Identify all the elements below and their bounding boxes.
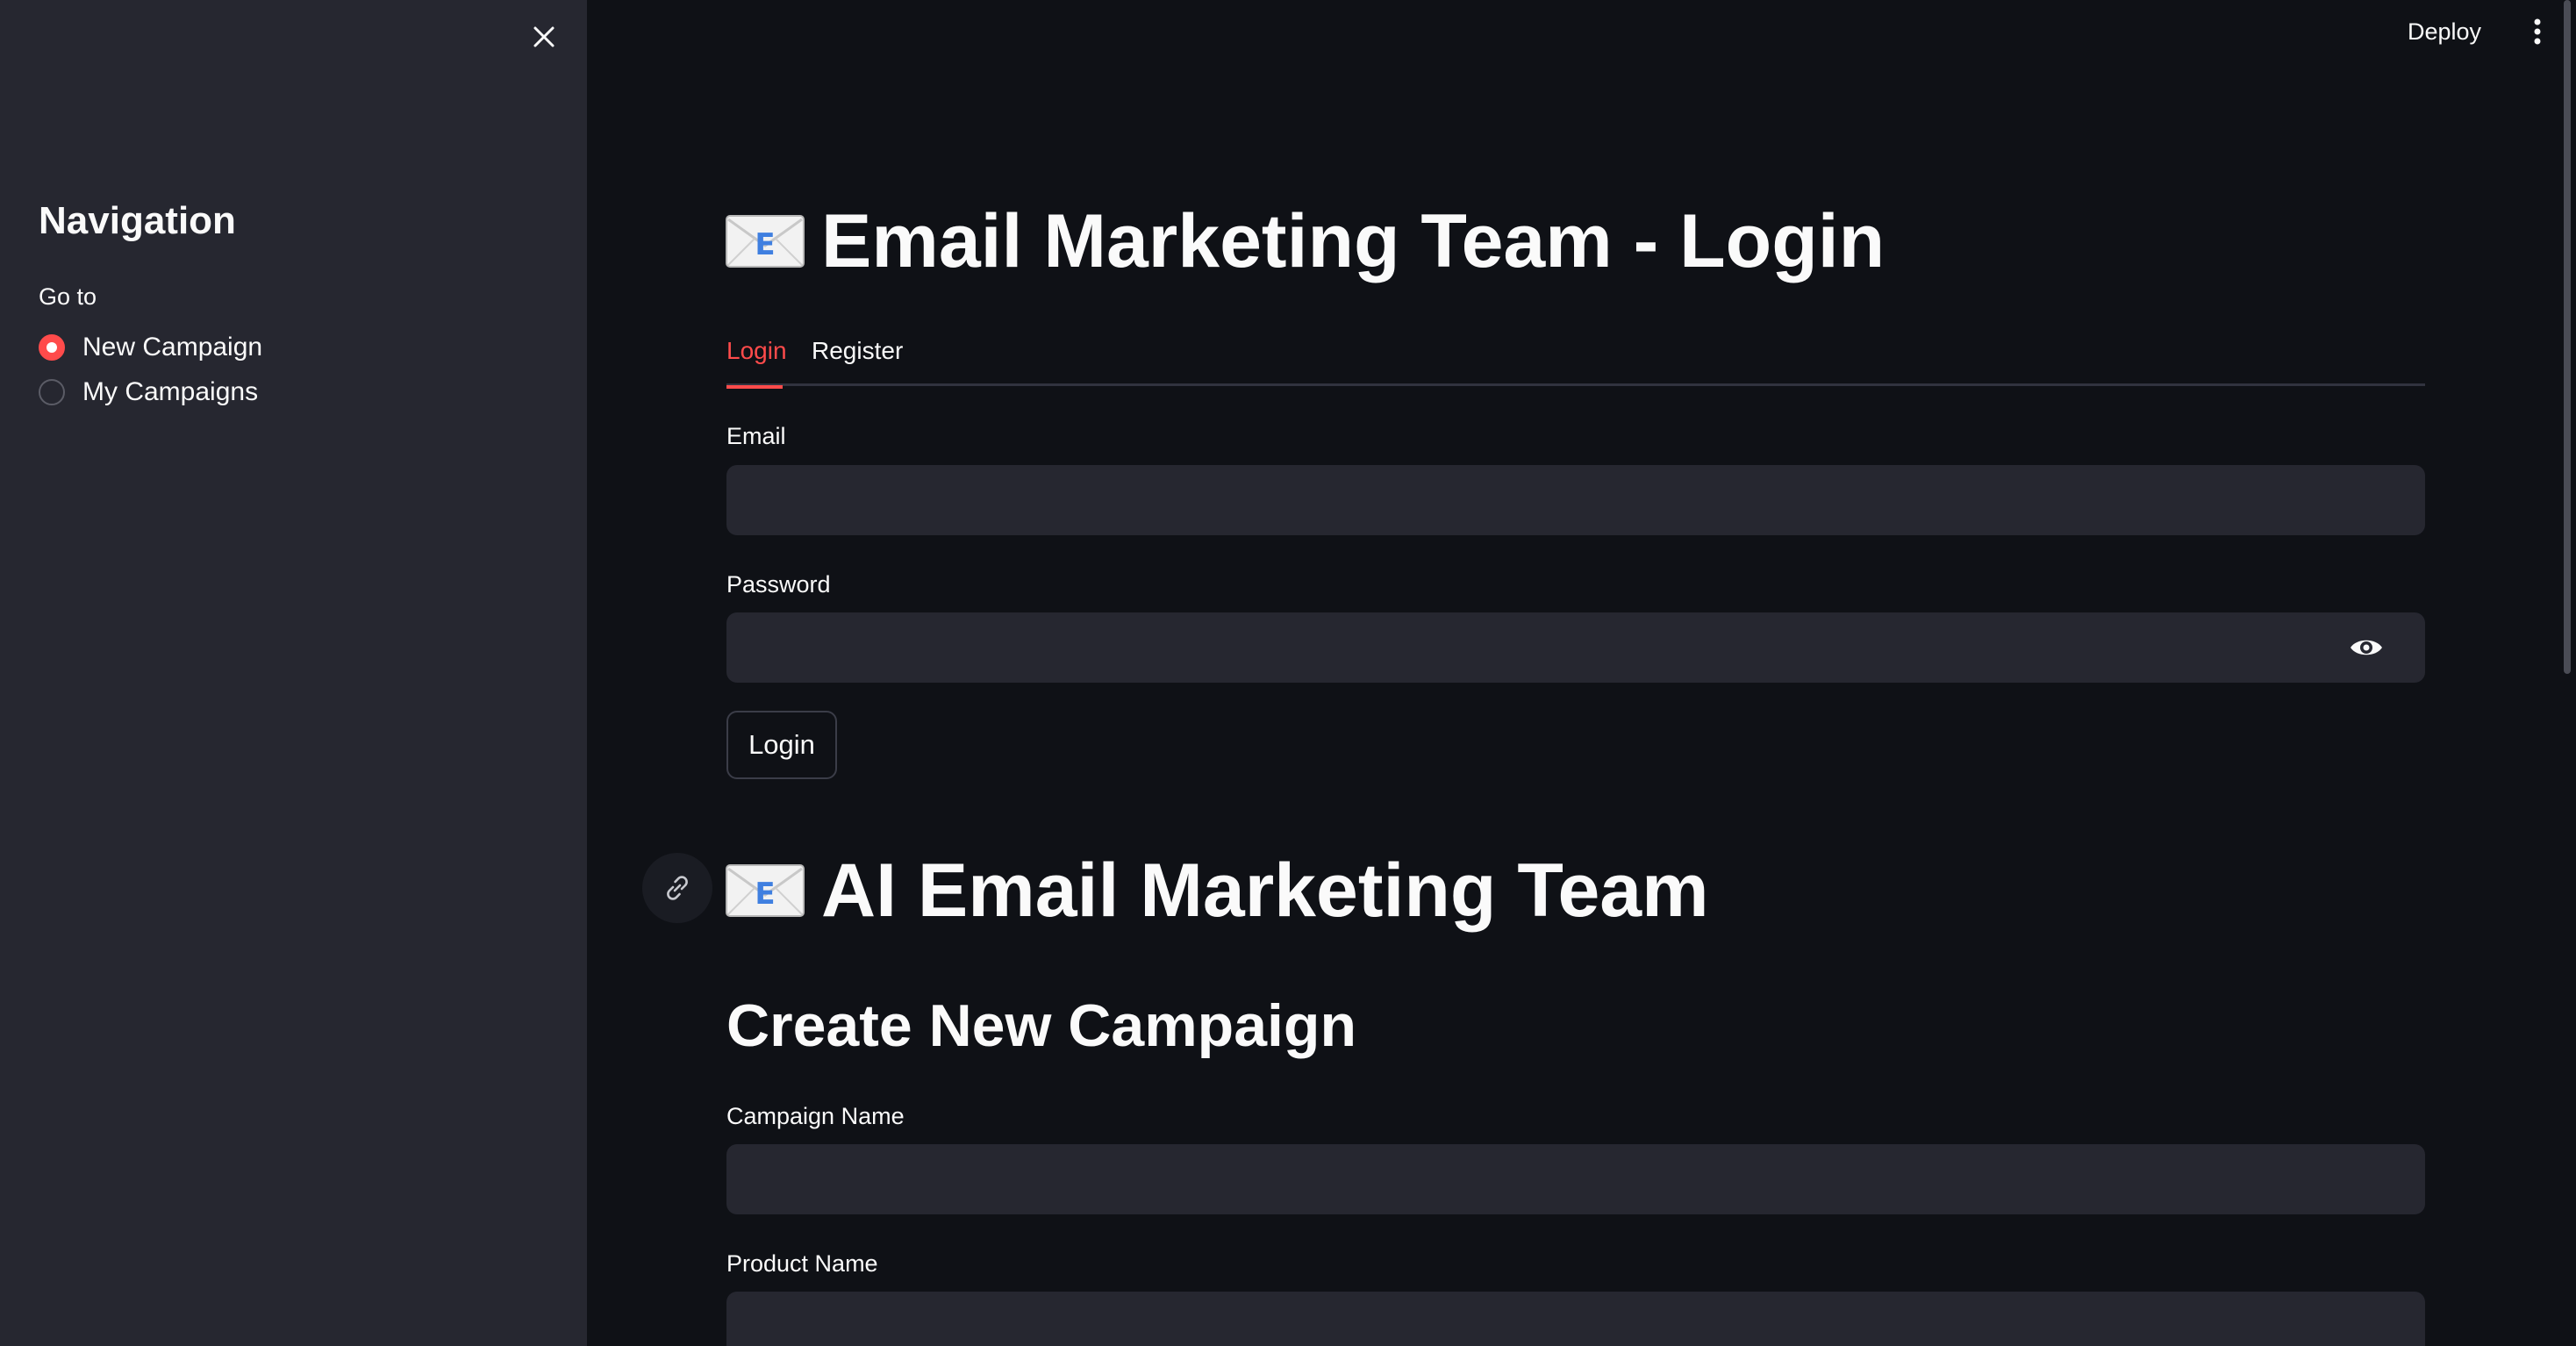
sidebar: Navigation Go to New Campaign My Campaig…	[0, 0, 587, 1346]
campaign-name-label: Campaign Name	[726, 1103, 905, 1129]
tab-login-label: Login	[726, 337, 787, 364]
close-sidebar-button[interactable]	[525, 18, 563, 56]
auth-tabs: Login Register	[726, 325, 2425, 389]
sidebar-title: Navigation	[39, 199, 236, 242]
eye-icon	[2351, 640, 2382, 655]
email-label: Email	[726, 423, 786, 449]
vertical-ellipsis-icon	[2534, 18, 2541, 45]
product-name-field[interactable]	[726, 1292, 2425, 1346]
campaign-name-field[interactable]	[726, 1144, 2425, 1214]
radio-checked-icon	[39, 334, 65, 361]
radio-label: My Campaigns	[82, 377, 259, 406]
svg-text:E: E	[755, 227, 775, 262]
app-title: E AI Email Marketing Team	[725, 842, 1709, 939]
tab-active-indicator	[726, 385, 783, 389]
tab-register[interactable]: Register	[812, 332, 903, 386]
deploy-button[interactable]: Deploy	[2399, 14, 2490, 49]
login-button[interactable]: Login	[726, 711, 837, 779]
tab-login[interactable]: Login	[726, 332, 787, 389]
radio-unchecked-icon	[39, 379, 65, 405]
link-icon	[667, 876, 688, 900]
scrollbar[interactable]	[2564, 0, 2571, 674]
login-page-title: E Email Marketing Team - Login	[725, 193, 1885, 290]
password-field[interactable]	[726, 612, 2425, 683]
close-icon	[533, 26, 555, 47]
radio-group-label: Go to	[39, 283, 97, 310]
radio-new-campaign[interactable]: New Campaign	[39, 328, 262, 367]
header-anchor-button[interactable]	[642, 853, 712, 923]
radio-label: New Campaign	[82, 333, 263, 362]
show-password-button[interactable]	[2344, 630, 2388, 665]
app-root: Navigation Go to New Campaign My Campaig…	[0, 0, 2576, 1346]
login-title-text: Email Marketing Team - Login	[821, 199, 1885, 283]
tab-register-label: Register	[812, 337, 904, 364]
email-field[interactable]	[726, 465, 2425, 535]
section-title: Create New Campaign	[726, 992, 1356, 1059]
password-label: Password	[726, 571, 831, 598]
app-title-text: AI Email Marketing Team	[821, 848, 1709, 933]
main-menu-button[interactable]	[2520, 12, 2555, 51]
svg-text:E: E	[755, 877, 775, 912]
radio-my-campaigns[interactable]: My Campaigns	[39, 373, 258, 412]
product-name-label: Product Name	[726, 1250, 878, 1277]
envelope-icon: E	[726, 864, 805, 917]
envelope-icon: E	[726, 215, 805, 268]
